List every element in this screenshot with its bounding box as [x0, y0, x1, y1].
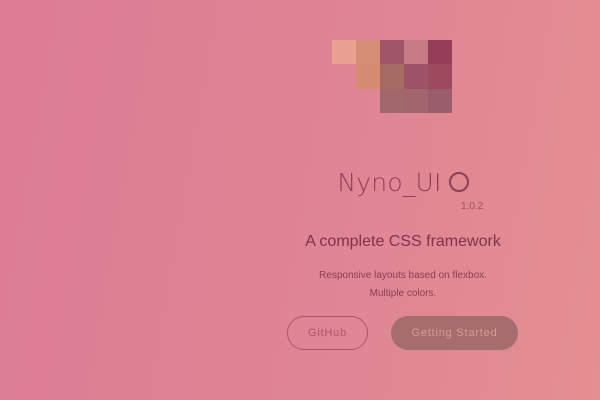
page-title: Nyno_UI — [283, 168, 523, 197]
getting-started-button[interactable]: Getting Started — [391, 316, 518, 350]
description-line-2: Multiple colors. — [369, 288, 437, 299]
nyno-logo — [332, 40, 452, 114]
description-line-1: Responsive layouts based on flexbox. — [319, 270, 487, 281]
tagline: A complete CSS framework — [305, 233, 501, 250]
version-label: 1.0.2 — [461, 201, 484, 212]
hero: Nyno_UI 1.0.2 A complete CSS framework R… — [283, 0, 523, 400]
brand-name: Nyno_UI — [337, 168, 442, 197]
circle-icon — [448, 172, 469, 192]
github-button[interactable]: GitHub — [287, 316, 368, 350]
